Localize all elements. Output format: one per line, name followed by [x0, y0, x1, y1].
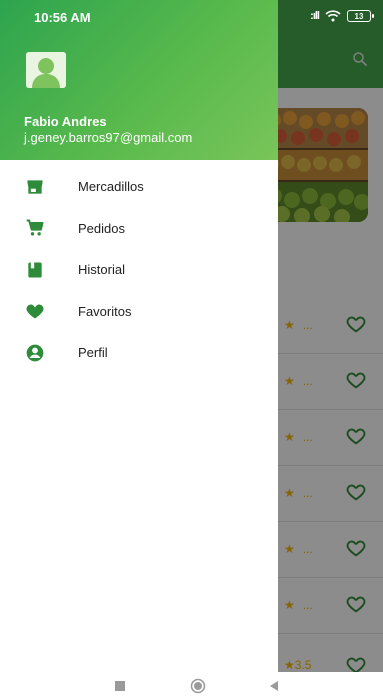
- signal-icon: :ıll: [310, 10, 320, 22]
- user-name: Fabio Andres: [24, 114, 107, 129]
- heart-icon: [24, 300, 46, 322]
- account-circle-icon: [24, 342, 46, 364]
- back-icon[interactable]: [266, 678, 282, 694]
- drawer-menu: Mercadillos Pedidos Historial Favoritos …: [0, 166, 278, 374]
- status-bar: 10:56 AM :ıll 13: [0, 0, 383, 34]
- menu-item-label: Favoritos: [78, 303, 132, 319]
- menu-item-label: Mercadillos: [78, 179, 144, 195]
- cart-icon: [24, 217, 46, 239]
- book-icon: [24, 259, 46, 281]
- store-icon: [24, 176, 46, 198]
- menu-item-label: Perfil: [78, 345, 108, 361]
- home-icon[interactable]: [190, 678, 206, 694]
- battery-level: 13: [354, 11, 364, 21]
- wifi-icon: [325, 10, 341, 22]
- menu-item-pedidos[interactable]: Pedidos: [0, 208, 278, 250]
- menu-item-label: Historial: [78, 262, 125, 278]
- system-navigation-bar: [0, 672, 383, 700]
- menu-item-label: Pedidos: [78, 220, 125, 236]
- recents-icon[interactable]: [112, 678, 128, 694]
- status-time: 10:56 AM: [34, 10, 91, 25]
- menu-item-perfil[interactable]: Perfil: [0, 332, 278, 374]
- status-icons: :ıll 13: [310, 10, 374, 22]
- menu-item-historial[interactable]: Historial: [0, 249, 278, 291]
- battery-icon: 13: [347, 10, 374, 22]
- user-placeholder-icon: [26, 52, 66, 88]
- user-email: j.geney.barros97@gmail.com: [24, 130, 193, 145]
- menu-item-mercadillos[interactable]: Mercadillos: [0, 166, 278, 208]
- menu-item-favoritos[interactable]: Favoritos: [0, 291, 278, 333]
- navigation-drawer: Fabio Andres j.geney.barros97@gmail.com …: [0, 0, 278, 672]
- avatar[interactable]: [26, 52, 66, 88]
